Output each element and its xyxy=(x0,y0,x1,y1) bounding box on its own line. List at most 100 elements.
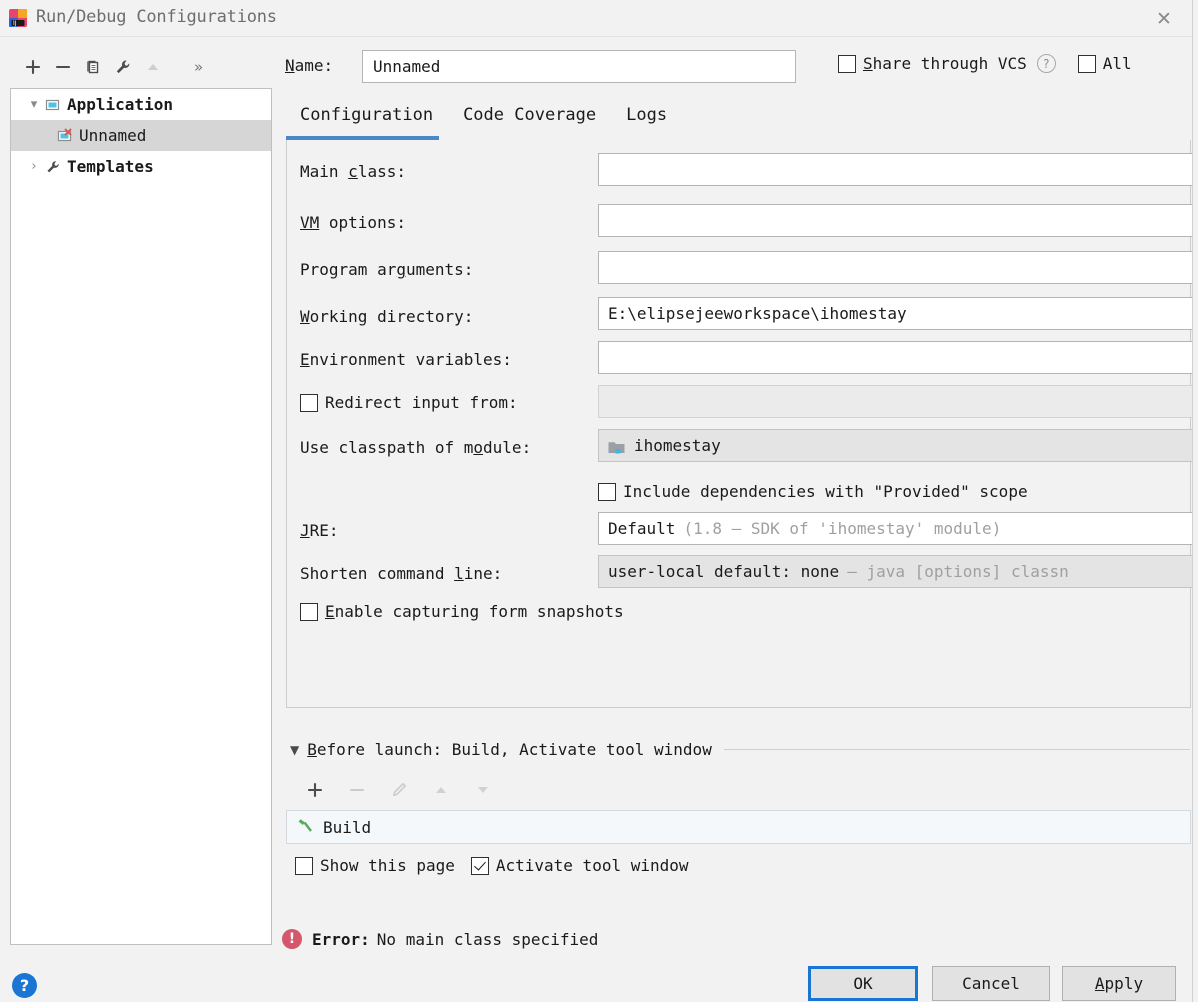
program-arguments-label: Program arguments: xyxy=(300,260,474,279)
share-help-icon[interactable]: ? xyxy=(1036,54,1056,73)
redirect-input-checkbox[interactable] xyxy=(300,393,318,412)
move-up-button xyxy=(138,53,168,81)
application-icon xyxy=(45,97,67,113)
module-value: ihomestay xyxy=(634,436,721,455)
share-through-vcs-label: Share through VCS xyxy=(863,54,1027,73)
task-label: Build xyxy=(323,817,372,837)
name-input[interactable] xyxy=(362,50,796,83)
allow-parallel-run-label: All xyxy=(1102,54,1132,73)
jre-label: JRE: xyxy=(300,521,339,540)
enable-capturing-checkbox[interactable] xyxy=(300,602,318,621)
include-provided-label: Include dependencies with "Provided" sco… xyxy=(623,482,1028,501)
edit-templates-button[interactable] xyxy=(108,53,138,81)
svg-text:IJ: IJ xyxy=(13,20,17,27)
before-launch-checkboxes: Show this page Activate tool window xyxy=(295,856,689,875)
tab-label: Logs xyxy=(626,105,668,125)
redirect-input-row: Redirect input from: xyxy=(300,393,518,412)
error-prefix: Error: xyxy=(312,929,370,949)
copy-configuration-button[interactable] xyxy=(78,53,108,81)
use-classpath-label-row: Use classpath of module: xyxy=(300,438,531,457)
vm-options-label-row: VM options: xyxy=(300,213,406,232)
before-launch-task-row[interactable]: Build xyxy=(286,810,1191,844)
tab-label: Configuration xyxy=(300,105,434,125)
close-icon[interactable]: ✕ xyxy=(1150,5,1178,33)
configurations-toolbar: » xyxy=(0,48,272,86)
collapse-triangle-icon[interactable]: ▼ xyxy=(290,743,299,757)
title-bar: IJ Run/Debug Configurations ✕ xyxy=(0,0,1198,37)
redirect-input-field xyxy=(598,385,1198,418)
working-directory-label-row: Working directory: xyxy=(300,307,473,326)
include-provided-checkbox[interactable] xyxy=(598,482,616,501)
tree-item-label: Application xyxy=(67,95,173,114)
move-task-down-button xyxy=(462,776,504,804)
tree-item-label: Unnamed xyxy=(79,126,147,145)
jre-value-detail: (1.8 – SDK of 'ihomestay' module) xyxy=(683,519,1002,538)
run-debug-configurations-dialog: IJ Run/Debug Configurations ✕ » Name: Un… xyxy=(0,0,1198,1002)
share-through-vcs-checkbox[interactable] xyxy=(838,54,856,73)
tab-configuration[interactable]: Configuration xyxy=(286,100,449,140)
use-classpath-label: Use classpath of module: xyxy=(300,438,532,457)
tree-item-label: Templates xyxy=(67,157,154,176)
ok-button-label: OK xyxy=(853,974,873,993)
allow-parallel-run-checkbox[interactable] xyxy=(1077,54,1096,73)
share-options-row: Share through VCS ? All xyxy=(838,54,1132,73)
vm-options-input[interactable] xyxy=(598,204,1198,237)
main-class-input[interactable] xyxy=(598,153,1198,186)
wrench-icon xyxy=(45,159,67,175)
remove-configuration-button[interactable] xyxy=(48,53,78,81)
redirect-input-label: Redirect input from: xyxy=(325,393,518,412)
environment-variables-label: Environment variables: xyxy=(300,350,512,369)
apply-button-label: Apply xyxy=(1094,974,1144,993)
configurations-tree: ▾ Application Unnamed › Templates xyxy=(10,88,272,945)
apply-button[interactable]: Apply xyxy=(1062,966,1176,1001)
tree-item-templates[interactable]: › Templates xyxy=(11,151,271,182)
tab-label: Code Coverage xyxy=(463,105,597,125)
shorten-command-line-value: user-local default: none xyxy=(608,562,840,581)
add-configuration-button[interactable] xyxy=(18,53,48,81)
name-label: Name: xyxy=(285,56,334,75)
hammer-icon xyxy=(296,816,315,839)
help-button[interactable]: ? xyxy=(12,973,37,998)
program-arguments-label-row: Program arguments: xyxy=(300,260,473,279)
shorten-command-line-label: Shorten command line: xyxy=(300,564,503,583)
error-message-row: ! Error: No main class specified xyxy=(282,929,598,949)
cancel-button[interactable]: Cancel xyxy=(932,966,1050,1001)
module-combobox[interactable]: ihomestay xyxy=(598,429,1198,462)
environment-variables-input[interactable] xyxy=(598,341,1198,374)
tab-code-coverage[interactable]: Code Coverage xyxy=(449,100,612,140)
cancel-button-label: Cancel xyxy=(962,974,1020,993)
show-this-page-label: Show this page xyxy=(320,856,455,875)
shorten-command-line-detail: – java [options] classn xyxy=(847,562,1069,581)
add-task-button[interactable] xyxy=(294,776,336,804)
main-class-label-row: Main class: xyxy=(300,162,406,181)
enable-capturing-label: Enable capturing form snapshots xyxy=(325,602,624,621)
jre-value: Default xyxy=(608,519,676,538)
environment-variables-label-row: Environment variables: xyxy=(300,350,512,369)
error-icon: ! xyxy=(282,929,302,949)
move-task-up-button xyxy=(420,776,462,804)
tree-item-application[interactable]: ▾ Application xyxy=(11,89,271,120)
window-right-edge xyxy=(1192,0,1198,1002)
shorten-command-line-combobox[interactable]: user-local default: none – java [options… xyxy=(598,555,1198,588)
vm-options-label: VM options: xyxy=(300,213,406,232)
remove-task-button xyxy=(336,776,378,804)
enable-capturing-row: Enable capturing form snapshots xyxy=(300,602,624,621)
toolbar-overflow-button[interactable]: » xyxy=(194,58,203,76)
chevron-right-icon[interactable]: › xyxy=(23,159,45,174)
program-arguments-input[interactable] xyxy=(598,251,1198,284)
configuration-tabs: Configuration Code Coverage Logs xyxy=(286,100,683,140)
activate-tool-window-checkbox[interactable] xyxy=(470,856,489,875)
error-text: No main class specified xyxy=(376,929,599,949)
chevron-down-icon[interactable]: ▾ xyxy=(23,97,45,112)
tab-logs[interactable]: Logs xyxy=(612,100,683,140)
ok-button[interactable]: OK xyxy=(808,966,918,1001)
dialog-title: Run/Debug Configurations xyxy=(36,7,277,27)
activate-tool-window-label: Activate tool window xyxy=(495,856,689,875)
working-directory-input[interactable] xyxy=(598,297,1198,330)
edit-task-button xyxy=(378,776,420,804)
show-this-page-checkbox[interactable] xyxy=(295,856,313,875)
before-launch-title: Before launch: Build, Activate tool wind… xyxy=(307,740,712,759)
before-launch-toolbar xyxy=(294,776,504,804)
jre-combobox[interactable]: Default (1.8 – SDK of 'ihomestay' module… xyxy=(598,512,1198,545)
tree-item-unnamed[interactable]: Unnamed xyxy=(11,120,271,151)
